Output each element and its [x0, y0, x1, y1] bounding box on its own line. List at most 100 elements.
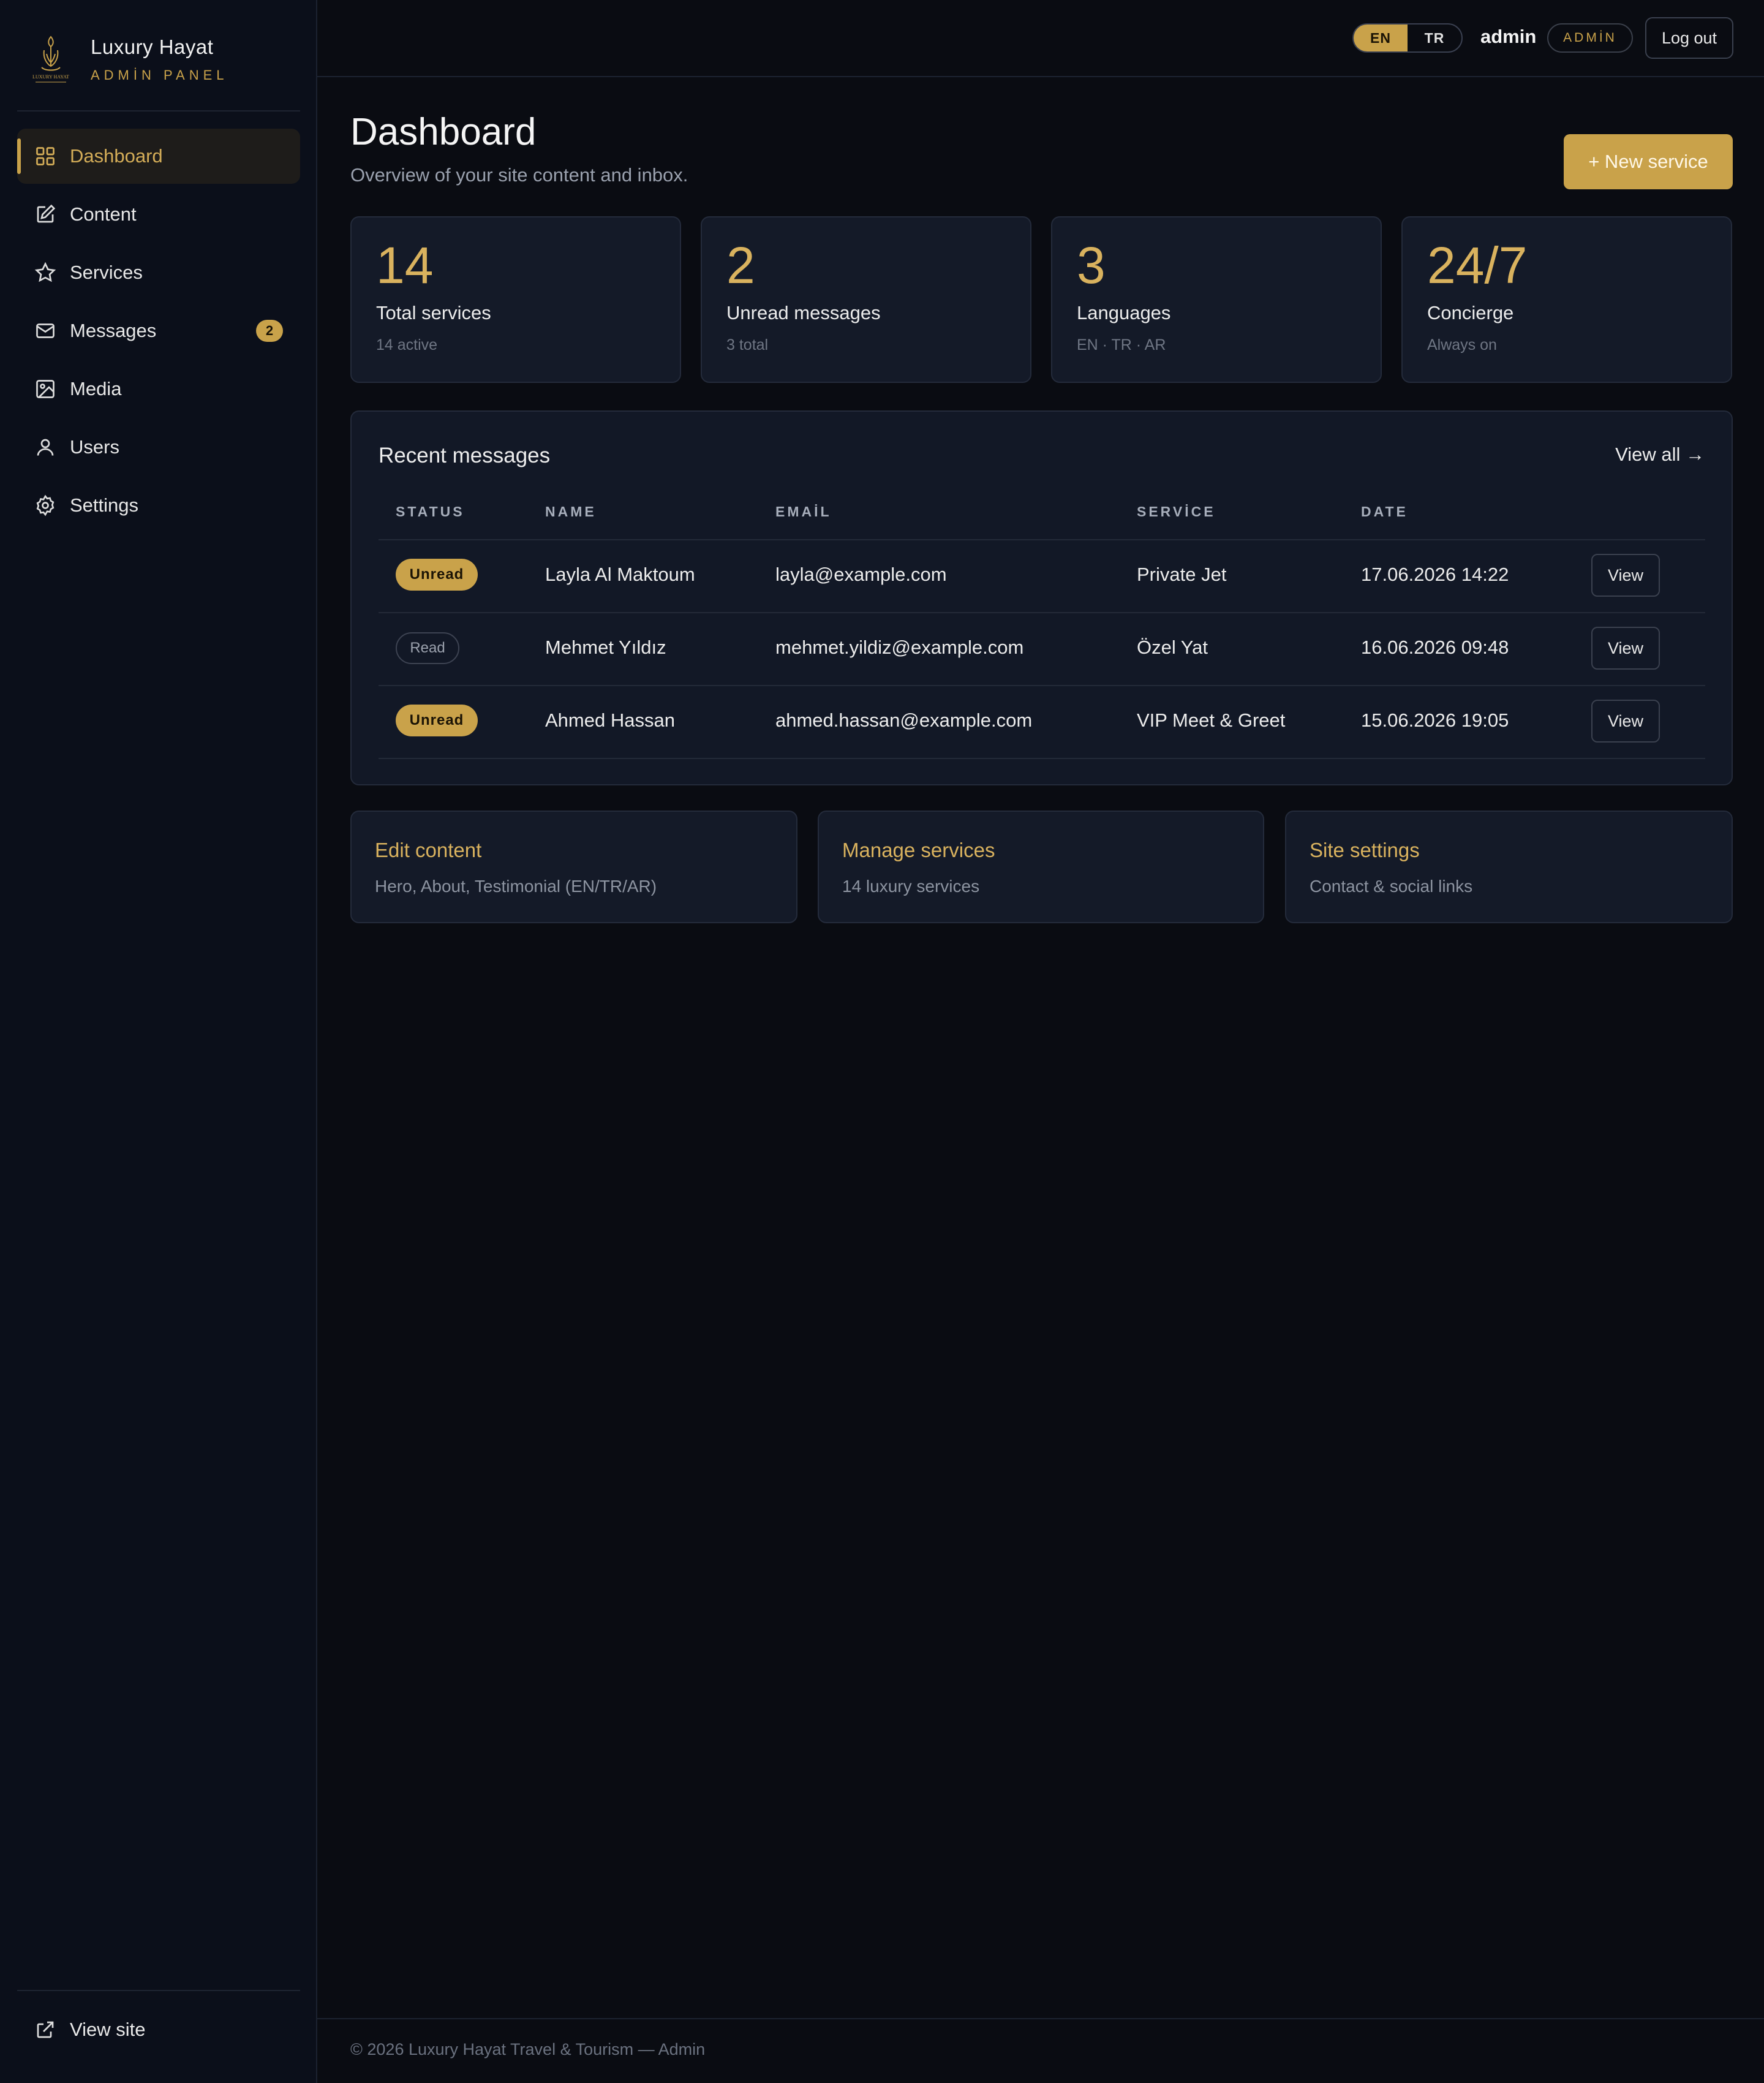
message-service: VIP Meet & Greet	[1137, 709, 1286, 731]
edit-icon	[33, 202, 58, 227]
column-header-name: NAME	[545, 504, 597, 520]
top-header: EN TR admin ADMİN Log out	[317, 0, 1764, 77]
column-header-service: SERVİCE	[1137, 504, 1216, 520]
footer-divider	[317, 2018, 1764, 2019]
stat-label: Unread messages	[726, 302, 881, 323]
stat-value: 3	[1077, 236, 1106, 294]
image-icon	[33, 377, 58, 401]
sidebar-nav: Dashboard Content Services Messages 2 Me…	[17, 129, 300, 536]
stat-label: Languages	[1077, 302, 1171, 323]
footer-text: © 2026 Luxury Hayat Travel & Tourism — A…	[350, 2040, 706, 2058]
new-service-button[interactable]: + New service	[1564, 134, 1733, 189]
edit-content-card[interactable]: Edit content Hero, About, Testimonial (E…	[350, 811, 797, 923]
sidebar-item-label: Services	[70, 262, 143, 283]
sidebar-item-messages[interactable]: Messages 2	[17, 303, 300, 358]
message-email: ahmed.hassan@example.com	[775, 709, 1033, 731]
lang-en-button[interactable]: EN	[1354, 25, 1408, 51]
stat-label: Total services	[376, 302, 491, 323]
status-badge: Unread	[396, 705, 478, 736]
stat-sub: EN · TR · AR	[1077, 336, 1166, 353]
stat-sub: 3 total	[726, 336, 769, 353]
view-message-button[interactable]: View	[1591, 554, 1660, 597]
sidebar-item-media[interactable]: Media	[17, 361, 300, 417]
table-divider	[379, 685, 1705, 686]
current-user-name: admin	[1480, 26, 1537, 47]
stat-card-concierge: 24/7 Concierge Always on	[1401, 216, 1732, 383]
site-settings-card[interactable]: Site settings Contact & social links	[1285, 811, 1733, 923]
message-email: layla@example.com	[775, 564, 947, 585]
sidebar-item-users[interactable]: Users	[17, 420, 300, 475]
message-name: Ahmed Hassan	[545, 709, 675, 731]
message-date: 17.06.2026 14:22	[1361, 564, 1509, 585]
stat-value: 24/7	[1427, 236, 1528, 294]
sidebar-item-content[interactable]: Content	[17, 187, 300, 242]
message-name: Layla Al Maktoum	[545, 564, 695, 585]
language-toggle: EN TR	[1352, 23, 1463, 53]
sidebar-item-label: Dashboard	[70, 145, 163, 167]
column-header-status: STATUS	[396, 504, 465, 520]
sidebar-item-settings[interactable]: Settings	[17, 478, 300, 533]
table-divider	[379, 758, 1705, 759]
sidebar-bottom-divider	[17, 1990, 300, 1991]
action-title: Edit content	[375, 839, 482, 861]
sidebar: LUXURY HAYAT Luxury Hayat ADMİN PANEL Da…	[0, 0, 317, 2083]
message-service: Özel Yat	[1137, 637, 1208, 658]
star-icon	[33, 260, 58, 285]
mail-icon	[33, 319, 58, 343]
message-email: mehmet.yildiz@example.com	[775, 637, 1024, 658]
logo-text: LUXURY HAYAT	[32, 74, 69, 80]
sidebar-item-label: Content	[70, 203, 137, 225]
column-header-email: EMAİL	[775, 504, 832, 520]
page-subtitle: Overview of your site content and inbox.	[350, 164, 688, 186]
sidebar-divider	[17, 110, 300, 112]
stat-card-total-services: 14 Total services 14 active	[350, 216, 681, 383]
lang-tr-button[interactable]: TR	[1408, 25, 1461, 51]
view-all-link[interactable]: View all →	[1615, 444, 1705, 466]
message-service: Private Jet	[1137, 564, 1227, 585]
action-title: Manage services	[842, 839, 995, 861]
stat-value: 2	[726, 236, 755, 294]
sidebar-item-label: Users	[70, 436, 119, 458]
sidebar-item-label: Messages	[70, 320, 157, 341]
view-message-button[interactable]: View	[1591, 700, 1660, 743]
stat-card-unread-messages: 2 Unread messages 3 total	[701, 216, 1031, 383]
sidebar-item-services[interactable]: Services	[17, 245, 300, 300]
stat-card-languages: 3 Languages EN · TR · AR	[1051, 216, 1382, 383]
user-icon	[33, 435, 58, 459]
action-subtitle: Contact & social links	[1310, 877, 1473, 896]
brand-subtitle: ADMİN PANEL	[91, 67, 228, 83]
messages-count-badge: 2	[256, 320, 283, 342]
grid-icon	[33, 144, 58, 168]
view-site-label: View site	[70, 2019, 146, 2040]
panel-title: Recent messages	[379, 444, 551, 467]
status-badge: Unread	[396, 559, 478, 591]
message-date: 16.06.2026 09:48	[1361, 637, 1509, 658]
stat-sub: 14 active	[376, 336, 438, 353]
view-site-link[interactable]: View site	[17, 2002, 300, 2057]
manage-services-card[interactable]: Manage services 14 luxury services	[818, 811, 1264, 923]
page-title: Dashboard	[350, 111, 537, 153]
message-date: 15.06.2026 19:05	[1361, 709, 1509, 731]
sidebar-item-label: Settings	[70, 494, 139, 516]
recent-messages-panel: Recent messages View all → STATUS NAME E…	[350, 410, 1733, 785]
sidebar-item-dashboard[interactable]: Dashboard	[17, 129, 300, 184]
action-title: Site settings	[1310, 839, 1420, 861]
external-link-icon	[33, 2017, 58, 2042]
stat-label: Concierge	[1427, 302, 1514, 323]
gear-icon	[33, 493, 58, 518]
column-header-date: DATE	[1361, 504, 1408, 520]
table-divider	[379, 612, 1705, 613]
message-name: Mehmet Yıldız	[545, 637, 666, 658]
view-message-button[interactable]: View	[1591, 627, 1660, 670]
brand-logo: LUXURY HAYAT	[32, 36, 69, 83]
action-subtitle: 14 luxury services	[842, 877, 980, 896]
admin-app: LUXURY HAYAT Luxury Hayat ADMİN PANEL Da…	[0, 0, 1764, 2083]
brand[interactable]: LUXURY HAYAT Luxury Hayat ADMİN PANEL	[29, 32, 228, 87]
logout-button[interactable]: Log out	[1645, 17, 1733, 59]
status-badge: Read	[396, 632, 459, 664]
table-divider	[379, 539, 1705, 540]
sidebar-item-label: Media	[70, 378, 122, 399]
stat-value: 14	[376, 236, 434, 294]
brand-name: Luxury Hayat	[91, 36, 214, 58]
role-badge: ADMİN	[1547, 23, 1633, 53]
